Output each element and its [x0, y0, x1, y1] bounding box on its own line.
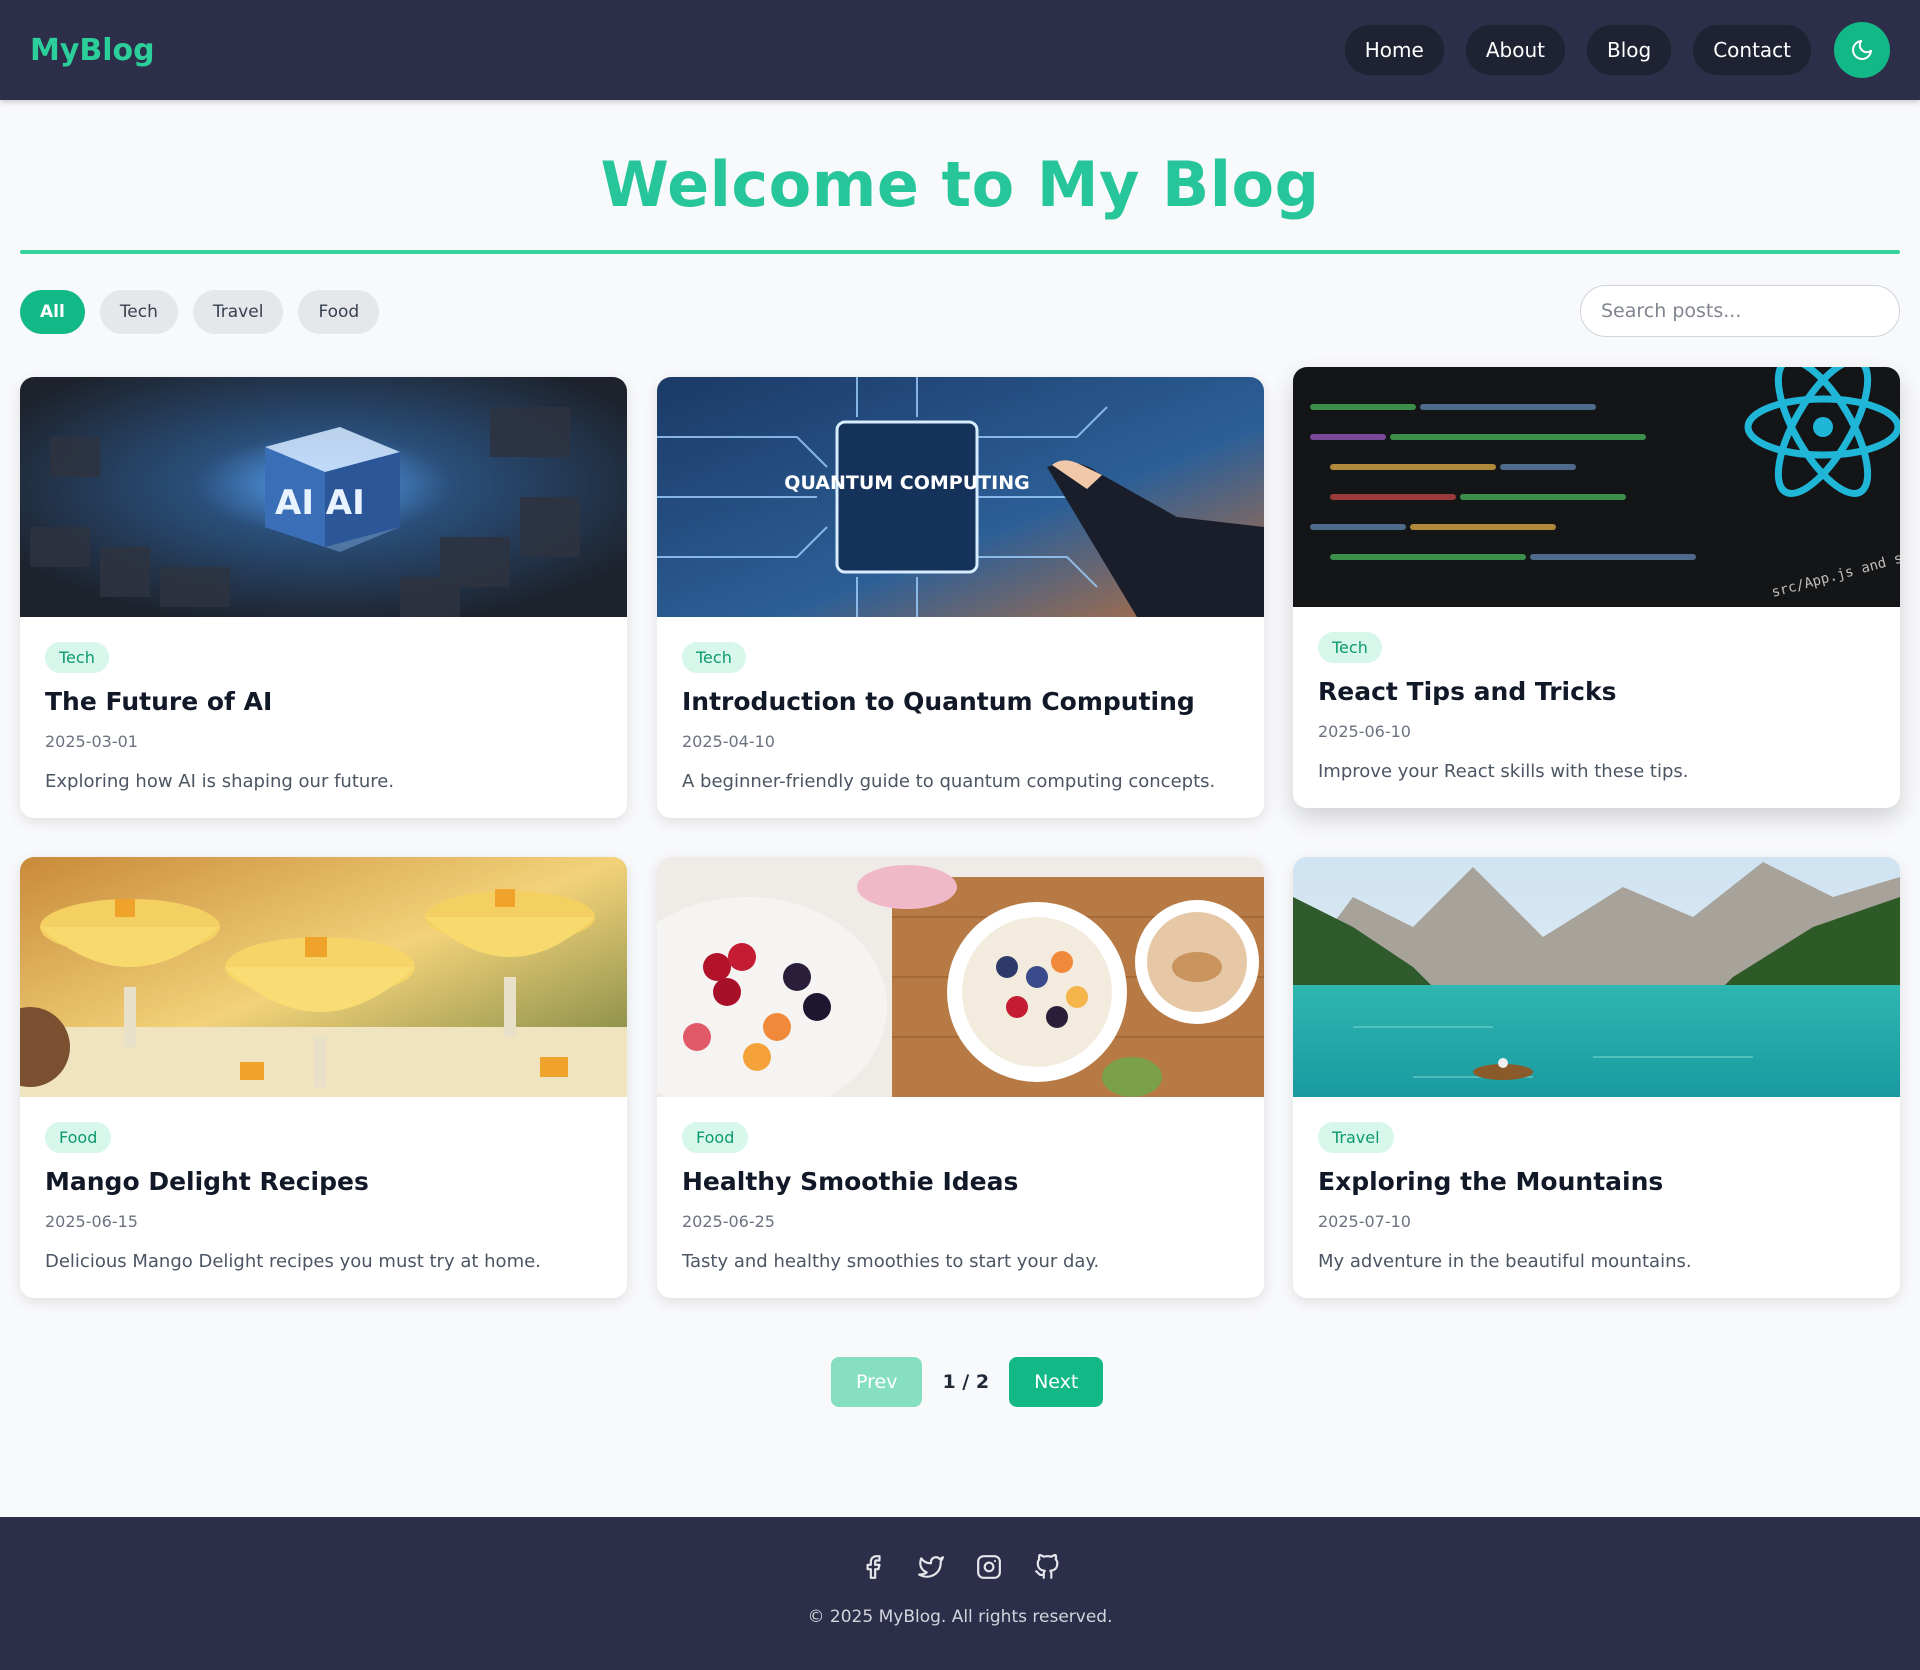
twitter-icon[interactable]	[917, 1553, 945, 1581]
prev-button[interactable]: Prev	[831, 1357, 923, 1407]
pagination: Prev 1 / 2 Next	[831, 1357, 1104, 1407]
post-title[interactable]: The Future of AI	[45, 687, 602, 716]
post-excerpt: Tasty and healthy smoothies to start you…	[682, 1251, 1100, 1272]
post-date: 2025-06-10	[1318, 722, 1411, 741]
post-image: src/App.js and save to	[1293, 367, 1900, 607]
search-input[interactable]	[1580, 285, 1900, 337]
nav-link-contact[interactable]: Contact	[1692, 24, 1812, 76]
moon-icon	[1852, 40, 1872, 60]
category-tag[interactable]: Travel	[1318, 1122, 1394, 1153]
post-excerpt: Delicious Mango Delight recipes you must…	[45, 1251, 541, 1272]
filter-chip-travel[interactable]: Travel	[192, 290, 284, 334]
brand-logo[interactable]: MyBlog	[30, 33, 155, 68]
category-tag[interactable]: Tech	[682, 642, 746, 673]
nav-link-blog[interactable]: Blog	[1585, 24, 1673, 76]
post-excerpt: My adventure in the beautiful mountains.	[1318, 1251, 1692, 1272]
footer: © 2025 MyBlog. All rights reserved.	[0, 1517, 1920, 1670]
post-card[interactable]: AI AI Tech The Future of AI 2025-03-01 E…	[20, 377, 627, 818]
post-title[interactable]: Mango Delight Recipes	[45, 1167, 602, 1196]
post-card[interactable]: src/App.js and save to Tech React Tips a…	[1293, 367, 1900, 808]
post-image: AI AI	[20, 377, 627, 617]
github-icon[interactable]	[1033, 1553, 1061, 1581]
category-tag[interactable]: Tech	[45, 642, 109, 673]
filter-chip-tech[interactable]: Tech	[99, 290, 178, 334]
post-title[interactable]: Introduction to Quantum Computing	[682, 687, 1239, 716]
post-card[interactable]: Food Healthy Smoothie Ideas 2025-06-25 T…	[657, 857, 1264, 1298]
post-date: 2025-07-10	[1318, 1212, 1411, 1231]
category-filters: All Tech Travel Food	[20, 290, 380, 334]
next-button[interactable]: Next	[1009, 1357, 1104, 1407]
post-image-label: AI AI	[275, 483, 365, 523]
nav-link-home[interactable]: Home	[1343, 24, 1445, 76]
post-excerpt: Improve your React skills with these tip…	[1318, 761, 1689, 782]
navbar: MyBlog Home About Blog Contact	[0, 0, 1920, 100]
page-title: Welcome to My Blog	[600, 148, 1320, 221]
post-card[interactable]: Food Mango Delight Recipes 2025-06-15 De…	[20, 857, 627, 1298]
post-title[interactable]: Exploring the Mountains	[1318, 1167, 1875, 1196]
post-date: 2025-06-25	[682, 1212, 775, 1231]
post-image	[657, 857, 1264, 1097]
category-tag[interactable]: Tech	[1318, 632, 1382, 663]
post-image	[20, 857, 627, 1097]
page-indicator: 1 / 2	[942, 1371, 990, 1393]
post-excerpt: A beginner-friendly guide to quantum com…	[682, 771, 1216, 792]
post-title[interactable]: Healthy Smoothie Ideas	[682, 1167, 1239, 1196]
post-title[interactable]: React Tips and Tricks	[1318, 677, 1875, 706]
post-date: 2025-06-15	[45, 1212, 138, 1231]
copyright-text: © 2025 MyBlog. All rights reserved.	[807, 1607, 1113, 1627]
filter-chip-food[interactable]: Food	[298, 290, 380, 334]
post-image: QUANTUM COMPUTING	[657, 377, 1264, 617]
nav-link-about[interactable]: About	[1464, 24, 1566, 76]
theme-toggle-button[interactable]	[1834, 22, 1890, 78]
facebook-icon[interactable]	[859, 1553, 887, 1581]
category-tag[interactable]: Food	[45, 1122, 112, 1153]
post-date: 2025-03-01	[45, 732, 138, 751]
post-image	[1293, 857, 1900, 1097]
filter-chip-all[interactable]: All	[20, 290, 85, 334]
social-links	[0, 1553, 1920, 1581]
nav-links: Home About Blog Contact	[1343, 22, 1890, 78]
post-date: 2025-04-10	[682, 732, 775, 751]
post-excerpt: Exploring how AI is shaping our future.	[45, 771, 395, 792]
post-card[interactable]: QUANTUM COMPUTING Tech Introduction to Q…	[657, 377, 1264, 818]
post-card[interactable]: Travel Exploring the Mountains 2025-07-1…	[1293, 857, 1900, 1298]
post-image-label: QUANTUM COMPUTING	[784, 472, 1029, 494]
category-tag[interactable]: Food	[682, 1122, 749, 1153]
instagram-icon[interactable]	[975, 1553, 1003, 1581]
title-divider	[20, 250, 1900, 254]
